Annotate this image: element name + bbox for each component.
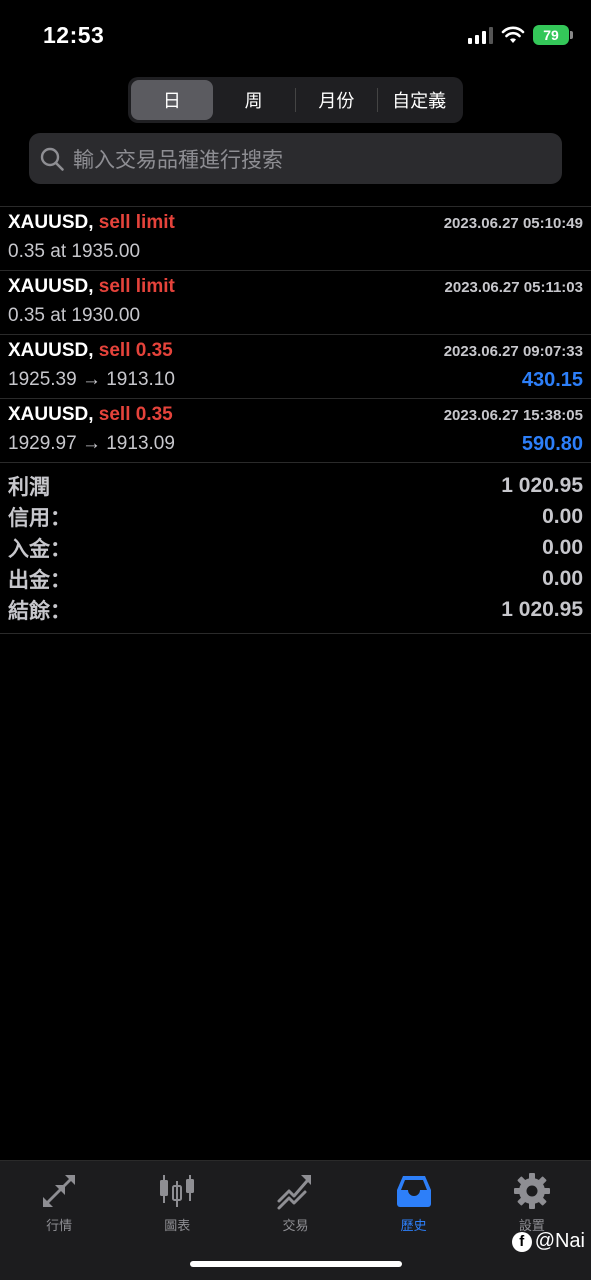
watermark-text: @Nai [534,1230,585,1252]
facebook-icon: f [511,1231,532,1252]
trade-profit: 590.80 [521,433,583,455]
tab-trade[interactable]: 交易 [236,1161,354,1234]
trade-row[interactable]: XAUUSD, sell 0.35 2023.06.27 15:38:05 19… [0,399,591,463]
tab-label: 歷史 [400,1218,427,1233]
segment-custom[interactable]: 自定義 [378,80,460,120]
status-time: 12:53 [43,22,105,48]
gear-icon [513,1173,550,1209]
candlestick-chart-icon [160,1175,195,1207]
trade-row[interactable]: XAUUSD, sell limit 2023.06.27 05:10:49 0… [0,207,591,271]
summary-label: 信用： [8,506,71,530]
history-trade-list: XAUUSD, sell limit 2023.06.27 05:10:49 0… [0,206,591,463]
trade-symbol: XAUUSD, [8,212,94,233]
trade-trend-icon [277,1175,312,1210]
summary-label: 利潤 [8,475,50,499]
summary-credit-row: 信用： 0.00 [8,501,583,532]
status-icons: 79 [468,25,573,45]
segment-week[interactable]: 周 [213,80,295,120]
trade-row[interactable]: XAUUSD, sell limit 2023.06.27 05:11:03 0… [0,271,591,335]
watermark: f @Nai [511,1230,585,1253]
wifi-icon [501,26,525,43]
summary-withdrawal-row: 出金： 0.00 [8,563,583,594]
quotes-arrows-icon [43,1175,76,1207]
summary-value: 1 020.95 [501,473,583,497]
segment-day[interactable]: 日 [131,80,213,120]
summary-value: 0.00 [542,535,583,559]
summary-label: 結餘： [8,599,71,623]
tab-quotes[interactable]: 行情 [0,1161,118,1234]
trade-detail: 0.35 at 1935.00 [8,241,141,262]
account-summary: 利潤 1 020.95 信用： 0.00 入金： 0.00 出金： 0.00 結… [0,470,591,634]
inbox-tray-icon [396,1176,431,1207]
battery-icon: 79 [533,25,573,45]
trade-side: sell 0.35 [98,404,173,425]
symbol-search-input[interactable]: 輸入交易品種進行搜索 [29,133,562,184]
trade-time: 2023.06.27 09:07:33 [443,343,583,360]
summary-balance-row: 結餘： 1 020.95 [8,594,583,625]
search-placeholder: 輸入交易品種進行搜索 [73,148,283,172]
trade-side: sell limit [98,276,175,297]
trade-detail: 1925.39 → 1913.10 [8,369,175,390]
trade-time: 2023.06.27 15:38:05 [443,407,583,424]
status-bar: 12:53 79 [0,0,591,72]
tab-label: 交易 [282,1218,309,1233]
trade-symbol: XAUUSD, [8,404,94,425]
trade-profit: 430.15 [521,369,583,391]
trade-time: 2023.06.27 05:11:03 [444,279,583,296]
tab-settings[interactable]: 設置 [473,1161,591,1234]
period-segmented-control: 日 周 月份 自定義 [128,77,463,123]
trade-detail: 0.35 at 1930.00 [8,305,141,326]
summary-value: 1 020.95 [501,597,583,621]
trade-side: sell limit [98,212,175,233]
tab-history[interactable]: 歷史 [355,1161,473,1234]
trade-time: 2023.06.27 05:10:49 [443,215,583,232]
summary-label: 出金： [8,568,71,592]
segment-month[interactable]: 月份 [296,80,378,120]
summary-value: 0.00 [542,504,583,528]
trade-symbol: XAUUSD, [8,340,94,361]
trade-detail: 1929.97 → 1913.09 [8,433,175,454]
cellular-signal-icon [468,26,493,44]
trade-row[interactable]: XAUUSD, sell 0.35 2023.06.27 09:07:33 19… [0,335,591,399]
summary-deposit-row: 入金： 0.00 [8,532,583,563]
summary-label: 入金： [8,537,71,561]
trade-side: sell 0.35 [98,340,173,361]
trade-symbol: XAUUSD, [8,276,94,297]
search-icon [40,147,64,171]
tab-charts[interactable]: 圖表 [118,1161,236,1234]
tab-label: 行情 [46,1218,73,1233]
battery-level: 79 [543,27,559,43]
tab-label: 圖表 [164,1218,191,1233]
summary-value: 0.00 [542,566,583,590]
home-indicator[interactable] [190,1261,402,1267]
summary-profit-row: 利潤 1 020.95 [8,470,583,501]
